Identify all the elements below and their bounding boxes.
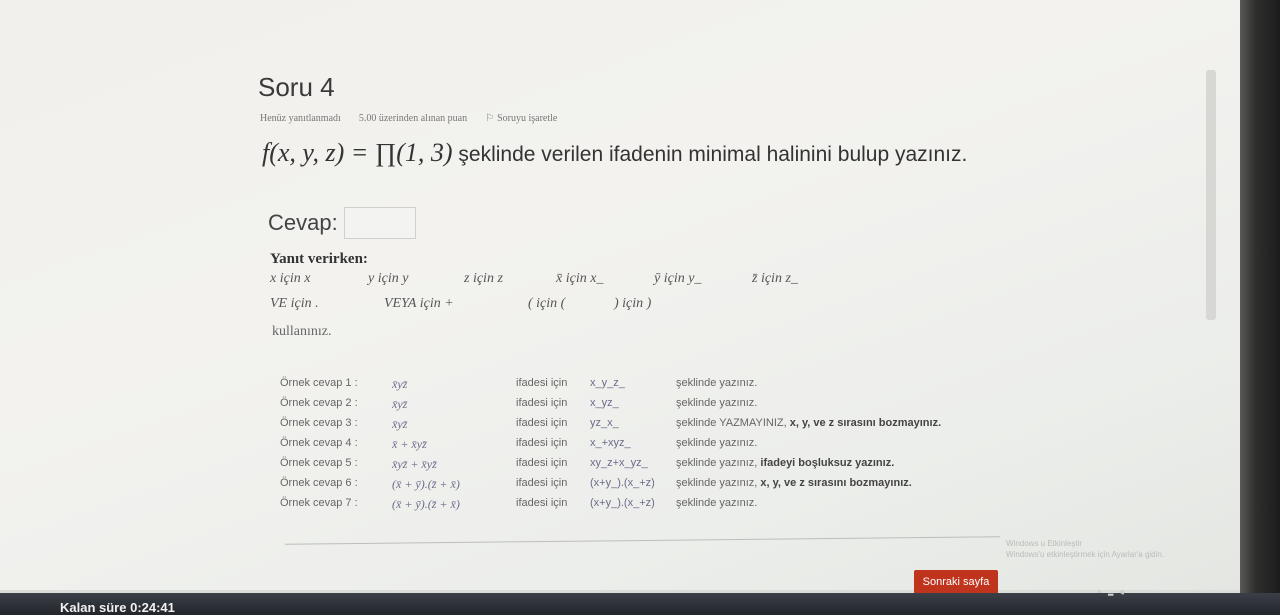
volume-icon[interactable]: ◀ <box>1118 588 1123 596</box>
example-note: şeklinde yazınız. <box>676 397 757 409</box>
example-label: Örnek cevap 6 : <box>280 477 358 489</box>
taskbar <box>0 593 1280 615</box>
example-expression: x̄yz̄ <box>392 397 408 411</box>
example-ifadesi: ifadesi için <box>516 417 568 429</box>
hint-x-bar: x̄ için x_ <box>556 271 604 286</box>
caret-up-icon[interactable]: ▲ <box>1096 588 1103 596</box>
example-label: Örnek cevap 7 : <box>280 497 358 509</box>
hint-or: VEYA için + <box>384 296 454 311</box>
hint-z: z için z <box>464 271 503 286</box>
example-row: Örnek cevap 3 : x̄yz̄ ifadesi için yz_x_… <box>280 417 1000 435</box>
hint-open-paren: ( için ( <box>528 296 566 311</box>
example-ifadesi: ifadesi için <box>516 457 568 469</box>
question-formula: f(x, y, z) = ∏(1, 3) <box>262 138 453 167</box>
example-row: Örnek cevap 7 : (x̄ + ȳ).(z̄ + x̄) ifade… <box>280 497 1000 515</box>
example-note-text: şeklinde yazınız. <box>676 437 758 449</box>
example-row: Örnek cevap 5 : x̄yz̄ + x̄yz̄ ifadesi iç… <box>280 457 1000 475</box>
example-row: Örnek cevap 2 : x̄yz̄ ifadesi için x_yz_… <box>280 397 1000 415</box>
example-ifadesi: ifadesi için <box>516 477 568 489</box>
answer-label: Cevap: <box>268 210 338 235</box>
example-note-bold: ifadeyi boşluksuz yazınız. <box>760 457 895 469</box>
example-note-text: şeklinde yazınız. <box>676 397 758 409</box>
example-ifadesi: ifadesi için <box>516 497 568 509</box>
flag-label: Soruyu işaretle <box>497 113 558 124</box>
example-expression: x̄yz̄ <box>392 377 408 391</box>
watermark-line1: Windows u Etkinleştir <box>1006 539 1083 548</box>
example-answer: xy_z+x_yz_ <box>590 457 648 469</box>
question-text: f(x, y, z) = ∏(1, 3) şeklinde verilen if… <box>262 138 992 170</box>
example-note: şeklinde yazınız, x, y, ve z sırasını bo… <box>676 477 912 489</box>
hint-footer: kullanınız. <box>272 324 332 339</box>
next-page-button[interactable]: Sonraki sayfa <box>914 570 998 594</box>
example-note-text: şeklinde yazınız, <box>676 477 758 489</box>
example-label: Örnek cevap 1 : <box>280 377 358 389</box>
section-divider <box>285 536 1000 545</box>
example-row: Örnek cevap 1 : x̄yz̄ ifadesi için x_y_z… <box>280 377 1000 395</box>
question-title: Soru 4 <box>258 72 335 102</box>
example-note-text: şeklinde yazınız. <box>676 377 758 389</box>
example-expression: x̄ + x̄yz̄ <box>392 437 427 451</box>
example-note: şeklinde yazınız. <box>676 437 757 449</box>
example-note: şeklinde yazınız. <box>676 497 757 509</box>
remaining-time: Kalan süre 0:24:41 <box>60 600 175 615</box>
question-body: şeklinde verilen ifadenin minimal halini… <box>452 143 968 166</box>
hint-y: y için y <box>368 271 409 286</box>
hint-and: VE için . <box>270 296 319 311</box>
example-note-text: şeklinde YAZMAYINIZ, <box>676 417 787 429</box>
browser-screen: Soru 4 Henüz yanıtlanmadı 5.00 üzerinden… <box>0 0 1260 594</box>
example-answer: (x+y_).(x_+z) <box>590 497 655 509</box>
example-note: şeklinde YAZMAYINIZ, x, y, ve z sırasını… <box>676 417 941 429</box>
hint-x: x için x <box>270 271 311 286</box>
example-ifadesi: ifadesi için <box>516 397 568 409</box>
monitor-bezel <box>1240 0 1280 615</box>
points-info: 5.00 üzerinden alınan puan <box>358 113 468 124</box>
hint-z-bar: z̄ için z_ <box>752 271 798 286</box>
example-note-text: şeklinde yazınız. <box>676 497 758 509</box>
example-note: şeklinde yazınız. <box>676 377 757 389</box>
example-answer: x_yz_ <box>590 397 619 409</box>
example-expression: x̄yz̄ <box>392 417 408 431</box>
hint-title: Yanıt verirken: <box>270 251 368 267</box>
example-note: şeklinde yazınız, ifadeyi boşluksuz yazı… <box>676 457 894 469</box>
page-scrollbar[interactable] <box>1206 70 1216 320</box>
flag-icon: ⚐ <box>485 113 495 124</box>
example-answer: (x+y_).(x_+z) <box>590 477 655 489</box>
network-icon[interactable]: ▂ <box>1108 588 1113 596</box>
example-expression: (x̄ + ȳ).(z̄ + x̄) <box>392 477 460 491</box>
example-label: Örnek cevap 5 : <box>280 457 358 469</box>
question-meta: Henüz yanıtlanmadı 5.00 üzerinden alınan… <box>260 113 557 124</box>
tray-icons[interactable]: ▲ ▂ ◀ <box>1096 588 1124 596</box>
example-answer: x_+xyz_ <box>590 437 631 449</box>
hint-y-bar: ȳ için y_ <box>654 271 702 286</box>
example-row: Örnek cevap 4 : x̄ + x̄yz̄ ifadesi için … <box>280 437 1000 455</box>
example-label: Örnek cevap 2 : <box>280 397 358 409</box>
hint-close-paren: ) için ) <box>614 296 652 311</box>
example-ifadesi: ifadesi için <box>516 377 568 389</box>
watermark-line2: Windows'u etkinleştirmek için Ayarlar'a … <box>1006 550 1165 559</box>
example-expression: x̄yz̄ + x̄yz̄ <box>392 457 437 471</box>
example-label: Örnek cevap 3 : <box>280 417 358 429</box>
example-row: Örnek cevap 6 : (x̄ + ȳ).(z̄ + x̄) ifade… <box>280 477 1000 495</box>
windows-activation-watermark: Windows u Etkinleştir Windows'u etkinleş… <box>1006 538 1164 560</box>
example-answer: yz_x_ <box>590 417 619 429</box>
example-note-bold: x, y, ve z sırasını bozmayınız. <box>789 417 942 429</box>
answer-area: Cevap: <box>268 207 416 239</box>
example-answer: x_y_z_ <box>590 377 625 389</box>
answer-input[interactable] <box>343 207 416 239</box>
example-expression: (x̄ + ȳ).(z̄ + x̄) <box>392 497 460 511</box>
example-ifadesi: ifadesi için <box>516 437 568 449</box>
flag-question-link[interactable]: ⚐ Soruyu işaretle <box>485 113 557 124</box>
example-note-text: şeklinde yazınız, <box>676 457 758 469</box>
example-label: Örnek cevap 4 : <box>280 437 358 449</box>
answer-status: Henüz yanıtlanmadı <box>260 113 341 124</box>
example-note-bold: x, y, ve z sırasını bozmayınız. <box>760 477 912 489</box>
